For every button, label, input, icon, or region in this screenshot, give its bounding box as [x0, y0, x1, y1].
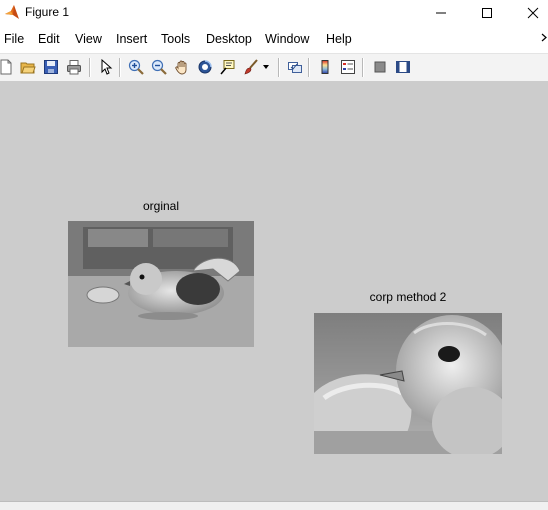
hide-plot-tools-icon[interactable] [370, 57, 390, 77]
minimize-button[interactable] [418, 0, 464, 25]
cropped-image [314, 313, 502, 454]
print-icon[interactable] [64, 57, 84, 77]
maximize-icon [482, 7, 492, 18]
toolbar-separator [308, 58, 310, 77]
insert-colorbar-icon[interactable] [315, 57, 335, 77]
link-plot-icon[interactable] [285, 57, 305, 77]
insert-legend-icon[interactable] [338, 57, 358, 77]
menu-tools[interactable]: Tools [161, 32, 190, 46]
save-icon[interactable] [41, 57, 61, 77]
window-title: Figure 1 [25, 5, 70, 19]
original-image [68, 221, 254, 347]
menu-view[interactable]: View [75, 32, 102, 46]
close-icon [527, 7, 539, 18]
zoom-in-icon[interactable] [126, 57, 146, 77]
toolbar-separator [119, 58, 121, 77]
title-bar: Figure 1 [0, 0, 548, 25]
menu-window[interactable]: Window [265, 32, 309, 46]
menu-file[interactable]: File [4, 32, 24, 46]
data-cursor-icon[interactable] [218, 57, 238, 77]
toolbar-separator [362, 58, 364, 77]
minimize-icon [436, 12, 446, 13]
open-file-icon[interactable] [18, 57, 38, 77]
zoom-out-icon[interactable] [149, 57, 169, 77]
toolbar-separator [89, 58, 91, 77]
close-button[interactable] [510, 0, 548, 25]
menu-desktop[interactable]: Desktop [206, 32, 252, 46]
toolbar-separator [278, 58, 280, 77]
menu-insert[interactable]: Insert [116, 32, 147, 46]
edit-plot-icon[interactable] [96, 57, 116, 77]
menu-help[interactable]: Help [326, 32, 352, 46]
menu-overflow-arrow-icon[interactable] [541, 31, 547, 45]
axes-title-crop-method-2: corp method 2 [369, 290, 447, 304]
menu-bar: File Edit View Insert Tools Desktop Wind… [0, 25, 548, 53]
brush-dropdown-icon[interactable] [261, 57, 271, 77]
axes-title-original: orginal [142, 199, 180, 213]
maximize-button[interactable] [464, 0, 510, 25]
new-figure-icon[interactable] [0, 57, 16, 77]
pan-icon[interactable] [172, 57, 192, 77]
show-plot-tools-icon[interactable] [393, 57, 413, 77]
matlab-logo-icon [4, 4, 20, 20]
menu-edit[interactable]: Edit [38, 32, 60, 46]
rotate-3d-icon[interactable] [195, 57, 215, 77]
brush-icon[interactable] [241, 57, 261, 77]
figure-toolbar [0, 53, 548, 82]
